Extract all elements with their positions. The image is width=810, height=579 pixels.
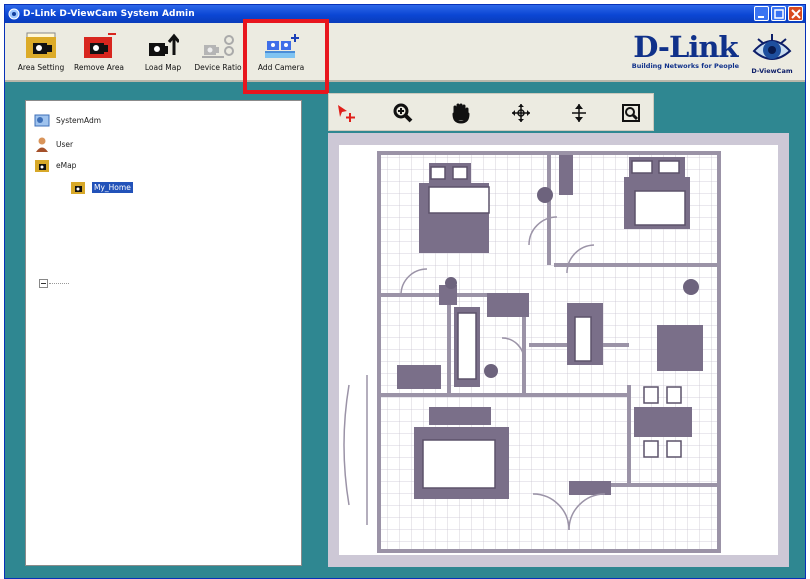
zoom-fit-icon <box>622 104 640 122</box>
maximize-button[interactable] <box>771 6 786 21</box>
area-setting-button[interactable]: Area Setting <box>11 29 71 72</box>
emap-icon <box>35 160 49 172</box>
maximize-icon <box>774 9 784 19</box>
close-button[interactable] <box>788 6 803 21</box>
floor-plan <box>339 145 778 555</box>
device-tree: SystemAdm User eMap My_Home <box>25 100 302 566</box>
eye-icon <box>752 34 792 60</box>
floor-plan-image <box>339 145 778 555</box>
window-title: D-Link D-ViewCam System Admin <box>23 9 195 19</box>
highlight-box <box>243 19 329 94</box>
close-icon <box>791 9 801 19</box>
load-map-label: Load Map <box>144 63 182 72</box>
minimize-button[interactable] <box>754 6 769 21</box>
tree-connector <box>49 283 69 284</box>
app-icon <box>8 8 20 20</box>
device-ratio-label: Device Ratio <box>194 63 242 72</box>
tree-item-label: User <box>56 140 74 149</box>
remove-area-icon <box>84 33 116 58</box>
device-ratio-icon <box>202 35 234 58</box>
tree-item-my-home[interactable]: My_Home <box>70 180 133 195</box>
tree-item-label: eMap <box>56 161 77 170</box>
viewcam-logo: D-ViewCam <box>745 31 799 75</box>
tree-item-label: My_Home <box>92 182 133 193</box>
area-setting-label: Area Setting <box>17 63 65 72</box>
move-all-button[interactable] <box>509 101 533 125</box>
tree-item-systemadm[interactable]: SystemAdm <box>34 113 101 128</box>
product-name: D-ViewCam <box>751 67 793 75</box>
pan-hand-icon <box>452 103 470 124</box>
tree-item-label: SystemAdm <box>56 116 102 125</box>
pan-hand-button[interactable] <box>449 101 473 125</box>
device-ratio-button[interactable]: Device Ratio <box>193 29 243 72</box>
title-bar: D-Link D-ViewCam System Admin <box>5 5 805 23</box>
map-folder-icon <box>71 182 85 194</box>
map-toolbar <box>328 93 654 131</box>
collapse-toggle[interactable] <box>39 279 48 288</box>
load-map-button[interactable]: Load Map <box>141 29 185 72</box>
brand-name: D-Link <box>633 30 738 64</box>
minimize-icon <box>758 16 764 18</box>
app-window: D-Link D-ViewCam System Admin Area Setti… <box>4 4 806 579</box>
tree-item-user[interactable]: User <box>34 137 73 152</box>
brand-tagline: Building Networks for People <box>631 62 739 70</box>
remove-area-label: Remove Area <box>73 63 125 72</box>
emap-view[interactable] <box>328 133 789 567</box>
move-vertical-button[interactable] <box>567 101 591 125</box>
move-all-icon <box>512 104 530 122</box>
user-icon <box>36 137 48 152</box>
zoom-fit-button[interactable] <box>619 101 643 125</box>
select-move-icon <box>338 105 355 122</box>
zoom-in-icon <box>393 103 413 123</box>
zoom-in-button[interactable] <box>391 101 415 125</box>
dlink-logo: D-Link Building Networks for People <box>632 32 739 70</box>
load-map-icon <box>149 33 179 56</box>
remove-area-button[interactable]: Remove Area <box>71 29 127 72</box>
main-toolbar: Area Setting Remove Area Load Map Device… <box>5 23 805 82</box>
select-move-button[interactable] <box>335 101 359 125</box>
system-admin-icon <box>34 114 50 127</box>
move-vertical-icon <box>572 104 586 122</box>
tree-item-emap[interactable]: eMap <box>34 158 76 173</box>
area-setting-icon <box>26 32 56 58</box>
